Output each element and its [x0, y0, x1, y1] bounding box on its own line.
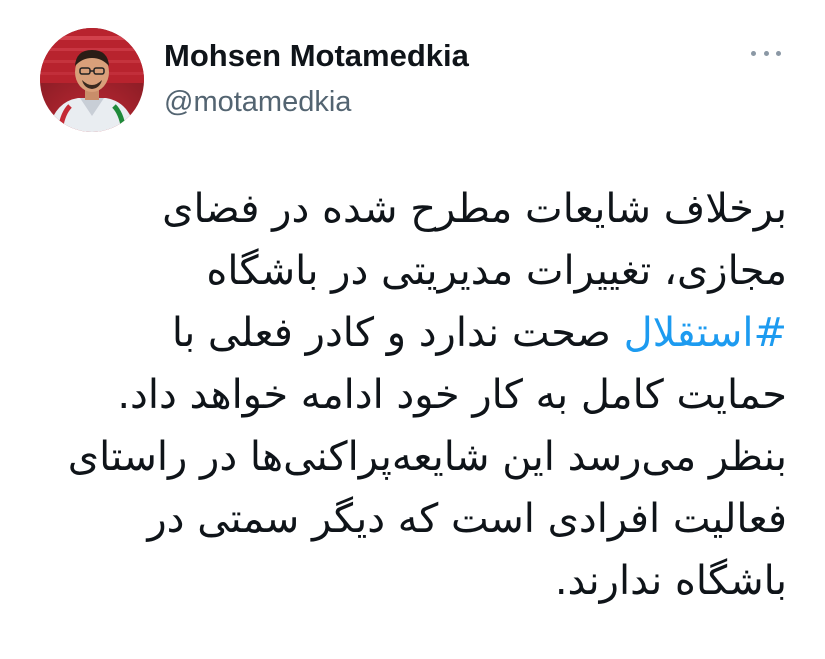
hashtag-link[interactable]: #استقلال — [624, 310, 787, 356]
tweet-line: مجازی، تغییرات مدیریتی در باشگاه — [206, 248, 787, 294]
dot — [751, 50, 756, 56]
dot — [763, 50, 769, 56]
dot — [776, 50, 781, 56]
tweet-card: Mohsen Motamedkia @motamedkia برخلاف شای… — [0, 0, 825, 659]
author-name[interactable]: Mohsen Motamedkia — [164, 38, 469, 74]
tweet-line: حمایت کامل به کار خود ادامه خواهد داد. — [117, 372, 787, 418]
author-avatar[interactable] — [40, 28, 144, 132]
tweet-line: بنظر می‌رسد این شایعه‌پراکنی‌ها در راستا… — [67, 434, 787, 480]
tweet-line: فعالیت افرادی است که دیگر سمتی در — [147, 496, 787, 542]
tweet-line: برخلاف شایعات مطرح شده در فضای — [162, 186, 787, 232]
tweet-line: باشگاه ندارند. — [554, 558, 787, 604]
author-handle[interactable]: @motamedkia — [164, 85, 351, 119]
tweet-text: برخلاف شایعات مطرح شده در فضای مجازی، تغ… — [27, 178, 787, 612]
tweet-line: #استقلال صحت ندارد و کادر فعلی با — [27, 302, 787, 364]
avatar-image — [40, 28, 144, 132]
more-options-icon[interactable] — [751, 43, 781, 63]
tweet-line-rest: صحت ندارد و کادر فعلی با — [171, 310, 624, 356]
